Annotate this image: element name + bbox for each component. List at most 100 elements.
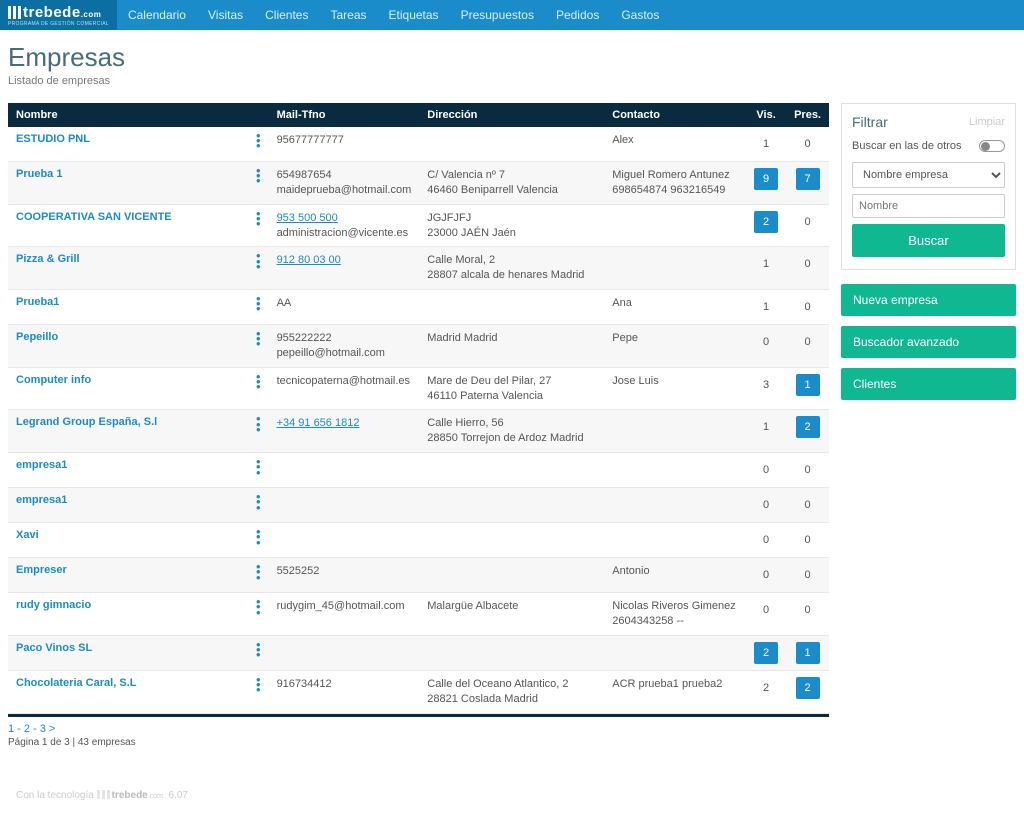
row-menu-icon[interactable]: ••• (248, 247, 269, 290)
row-menu-icon[interactable]: ••• (248, 204, 269, 247)
clients-button[interactable]: Clientes (841, 368, 1016, 400)
row-menu-icon[interactable]: ••• (248, 325, 269, 368)
filter-title: Filtrar (852, 114, 888, 130)
company-link[interactable]: Prueba 1 (16, 168, 62, 180)
company-link[interactable]: Legrand Group España, S.l (16, 416, 157, 428)
company-link[interactable]: empresa1 (16, 459, 67, 471)
pres-count: 0 (796, 133, 820, 155)
row-menu-icon[interactable]: ••• (248, 367, 269, 410)
company-link[interactable]: COOPERATIVA SAN VICENTE (16, 211, 172, 223)
companies-table-wrap: Nombre Mail-Tfno Dirección Contacto Vis.… (8, 103, 829, 748)
toggle-label: Buscar en las de otros (852, 140, 961, 152)
pres-count[interactable]: 2 (796, 677, 820, 699)
table-row: ESTUDIO PNL•••95677777777Alex10 (8, 127, 829, 162)
nav-gastos[interactable]: Gastos (610, 8, 670, 22)
pres-count[interactable]: 1 (796, 642, 820, 664)
company-link[interactable]: Xavi (16, 529, 39, 541)
brand-name: trebede (23, 4, 81, 21)
col-nombre[interactable]: Nombre (8, 103, 248, 127)
page-3[interactable]: 3 (40, 723, 46, 735)
advanced-search-button[interactable]: Buscador avanzado (841, 326, 1016, 358)
page-title: Empresas (8, 42, 1016, 73)
vis-count: 3 (754, 374, 778, 396)
row-menu-icon[interactable]: ••• (248, 635, 269, 670)
row-menu-icon[interactable]: ••• (248, 523, 269, 558)
vis-count[interactable]: 2 (754, 642, 778, 664)
pres-count: 0 (796, 599, 820, 621)
row-menu-icon[interactable]: ••• (248, 670, 269, 713)
vis-count[interactable]: 9 (754, 168, 778, 190)
table-row: Prueba1•••AAAna10 (8, 290, 829, 325)
companies-table: Nombre Mail-Tfno Dirección Contacto Vis.… (8, 103, 829, 714)
top-navbar: trebede.com PROGRAMA DE GESTIÓN COMERCIA… (0, 0, 1024, 30)
pres-count: 0 (796, 459, 820, 481)
company-link[interactable]: Empreser (16, 564, 67, 576)
company-link[interactable]: rudy gimnacio (16, 599, 91, 611)
filter-field-select[interactable]: Nombre empresa (852, 162, 1005, 188)
table-row: Computer info•••tecnicopaterna@hotmail.e… (8, 367, 829, 410)
search-others-toggle[interactable] (979, 140, 1005, 152)
row-menu-icon[interactable]: ••• (248, 127, 269, 162)
pres-count[interactable]: 2 (796, 416, 820, 438)
pres-count: 0 (796, 211, 820, 233)
phone-link[interactable]: 912 80 03 00 (277, 254, 341, 266)
pres-count[interactable]: 1 (796, 374, 820, 396)
page-next[interactable]: > (49, 723, 55, 735)
pager-info: Página 1 de 3 | 43 empresas (8, 737, 829, 748)
col-mail[interactable]: Mail-Tfno (269, 103, 420, 127)
pres-count: 0 (796, 494, 820, 516)
col-direccion[interactable]: Dirección (419, 103, 604, 127)
pager: 1 - 2 - 3 > (8, 723, 829, 735)
nav-etiquetas[interactable]: Etiquetas (378, 8, 450, 22)
row-menu-icon[interactable]: ••• (248, 410, 269, 453)
col-contacto[interactable]: Contacto (604, 103, 746, 127)
nav-presupuestos[interactable]: Presupuestos (450, 8, 545, 22)
nav-tareas[interactable]: Tareas (319, 8, 377, 22)
row-menu-icon[interactable]: ••• (248, 593, 269, 636)
vis-count: 2 (754, 677, 778, 699)
filter-name-input[interactable] (852, 194, 1005, 218)
col-pres[interactable]: Pres. (786, 103, 829, 127)
table-row: Xavi•••00 (8, 523, 829, 558)
row-menu-icon[interactable]: ••• (248, 558, 269, 593)
company-link[interactable]: ESTUDIO PNL (16, 133, 90, 145)
clear-filter-link[interactable]: Limpiar (969, 116, 1005, 128)
table-bottom-bar (8, 714, 829, 717)
company-link[interactable]: Pizza & Grill (16, 253, 80, 265)
footer: Con la tecnología trebede.com 6.07 (8, 782, 1016, 809)
table-row: empresa1•••00 (8, 453, 829, 488)
nav-calendario[interactable]: Calendario (117, 8, 197, 22)
pres-count[interactable]: 7 (796, 168, 820, 190)
row-menu-icon[interactable]: ••• (248, 453, 269, 488)
nav-visitas[interactable]: Visitas (197, 8, 254, 22)
table-row: Empreser•••5525252Antonio00 (8, 558, 829, 593)
brand-logo[interactable]: trebede.com PROGRAMA DE GESTIÓN COMERCIA… (0, 0, 117, 30)
vis-count[interactable]: 2 (754, 211, 778, 233)
company-link[interactable]: Paco Vinos SL (16, 642, 92, 654)
col-vis[interactable]: Vis. (746, 103, 786, 127)
pres-count: 0 (796, 529, 820, 551)
table-row: Paco Vinos SL ••• 21 (8, 635, 829, 670)
row-menu-icon[interactable]: ••• (248, 488, 269, 523)
phone-link[interactable]: +34 91 656 1812 (277, 417, 360, 429)
vis-count: 1 (754, 133, 778, 155)
table-row: Prueba 1•••654987654maideprueba@hotmail.… (8, 162, 829, 205)
vis-count: 0 (754, 331, 778, 353)
row-menu-icon[interactable]: ••• (248, 290, 269, 325)
nav-clientes[interactable]: Clientes (254, 8, 319, 22)
pres-count: 0 (796, 253, 820, 275)
company-link[interactable]: Pepeillo (16, 331, 58, 343)
row-menu-icon[interactable]: ••• (248, 162, 269, 205)
pres-count: 0 (796, 331, 820, 353)
vis-count: 0 (754, 564, 778, 586)
phone-link[interactable]: 953 500 500 (277, 212, 338, 224)
nav-pedidos[interactable]: Pedidos (545, 8, 610, 22)
company-link[interactable]: Prueba1 (16, 296, 59, 308)
table-row: COOPERATIVA SAN VICENTE•••953 500 500adm… (8, 204, 829, 247)
table-row: Chocolateria Caral, S.L•••916734412Calle… (8, 670, 829, 713)
company-link[interactable]: Computer info (16, 374, 91, 386)
nav-items: CalendarioVisitasClientesTareasEtiquetas… (117, 0, 670, 30)
company-link[interactable]: empresa1 (16, 494, 67, 506)
search-button[interactable]: Buscar (852, 224, 1005, 257)
new-company-button[interactable]: Nueva empresa (841, 284, 1016, 316)
